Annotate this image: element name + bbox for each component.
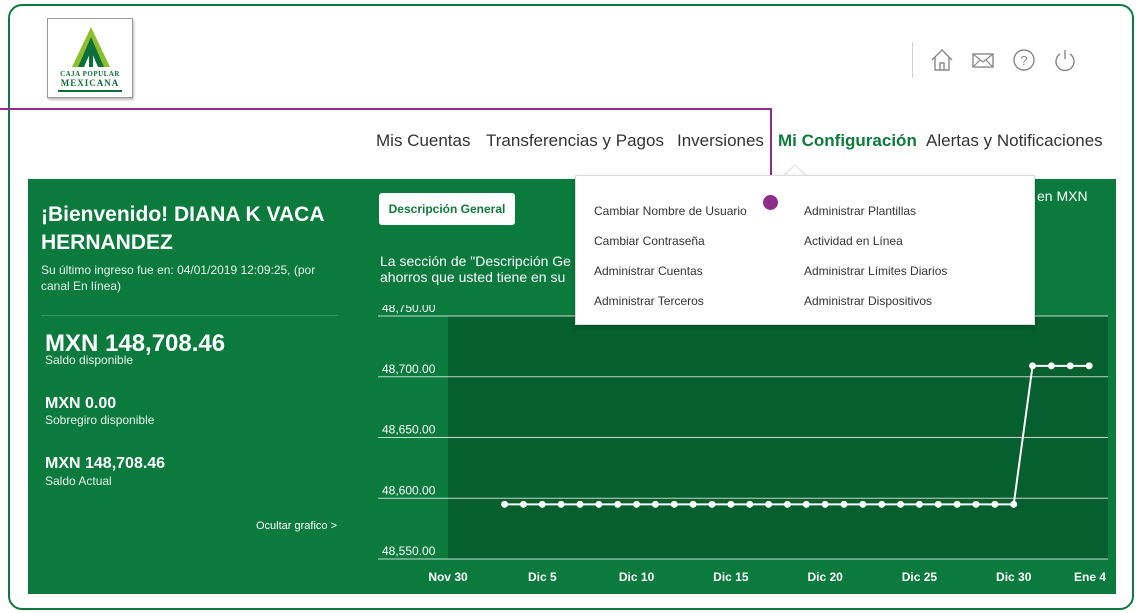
menu-item-administrar-limites-diarios[interactable]: Administrar Límites Diarios (804, 264, 947, 278)
tree-logo-icon (72, 27, 110, 67)
saldo-actual-value: MXN 148,708.46 (45, 455, 166, 472)
help-icon[interactable]: ? (1010, 46, 1038, 74)
divider (41, 315, 338, 316)
x-tick-label: Dic 30 (996, 570, 1032, 584)
welcome-heading: ¡Bienvenido! DIANA K VACA HERNANDEZ (41, 203, 324, 254)
x-tick-label: Ene 4 (1074, 570, 1106, 584)
data-point (953, 500, 961, 508)
currency-label: en MXN (1037, 188, 1088, 204)
nav-transferencias[interactable]: Transferencias y Pagos (486, 131, 664, 151)
x-tick-label: Nov 30 (428, 570, 468, 584)
x-tick-label: Dic 10 (619, 570, 655, 584)
logo-underline (58, 90, 122, 92)
data-point (878, 500, 886, 508)
sobregiro-value: MXN 0.00 (45, 395, 117, 412)
saldo-disponible-label: Saldo disponible (45, 353, 134, 367)
data-point (897, 500, 905, 508)
data-point (708, 500, 716, 508)
descripcion-general-button[interactable]: Descripción General (379, 193, 515, 225)
data-point (519, 500, 527, 508)
data-point (557, 500, 565, 508)
brand-logo[interactable]: CAJA POPULAR MEXICANA (47, 18, 133, 98)
menu-item-actividad-en-linea[interactable]: Actividad en Línea (804, 234, 903, 248)
menu-item-administrar-cuentas[interactable]: Administrar Cuentas (594, 264, 703, 278)
last-login-text: Su último ingreso fue en: 04/01/2019 12:… (41, 263, 316, 293)
y-tick-label: 48,750.00 (382, 305, 436, 315)
nav-alertas[interactable]: Alertas y Notificaciones (926, 131, 1103, 151)
data-point (595, 500, 603, 508)
sobregiro-label: Sobregiro disponible (45, 413, 155, 427)
data-point (1029, 362, 1037, 370)
nav-inversiones[interactable]: Inversiones (677, 131, 764, 151)
data-point (614, 500, 622, 508)
data-point (670, 500, 678, 508)
data-point (1010, 500, 1018, 508)
data-point (727, 500, 735, 508)
data-point (576, 500, 584, 508)
x-tick-label: Dic 5 (528, 570, 557, 584)
x-tick-label: Dic 25 (902, 570, 938, 584)
home-icon[interactable] (928, 46, 956, 74)
data-point (802, 500, 810, 508)
top-toolbar: ? (912, 42, 1075, 78)
data-point (991, 500, 999, 508)
data-point (972, 500, 980, 508)
data-point (765, 500, 773, 508)
config-dropdown-menu: Cambiar Nombre de Usuario Cambiar Contra… (575, 175, 1035, 325)
logo-line-2: MEXICANA (60, 78, 120, 88)
data-point (689, 500, 697, 508)
data-point (1085, 362, 1093, 370)
menu-item-administrar-terceros[interactable]: Administrar Terceros (594, 294, 704, 308)
nav-mi-configuracion[interactable]: Mi Configuración (778, 131, 917, 151)
balance-chart: 48,550.00 48,600.00 48,650.00 48,700.00 48,7… (378, 305, 1108, 584)
data-point (783, 500, 791, 508)
x-tick-label: Dic 15 (713, 570, 749, 584)
menu-item-cambiar-contrasena[interactable]: Cambiar Contraseña (594, 234, 705, 248)
data-point (538, 500, 546, 508)
x-tick-label: Dic 20 (807, 570, 843, 584)
y-tick-label: 48,650.00 (382, 423, 436, 437)
data-point (1066, 362, 1074, 370)
data-point (840, 500, 848, 508)
data-point (501, 500, 509, 508)
nav-mis-cuentas[interactable]: Mis Cuentas (376, 131, 470, 151)
data-point (859, 500, 867, 508)
data-point (915, 500, 923, 508)
data-point (821, 500, 829, 508)
power-icon[interactable] (1051, 46, 1079, 74)
data-point (651, 500, 659, 508)
data-point (633, 500, 641, 508)
data-point (1047, 362, 1055, 370)
logo-line-1: CAJA POPULAR (60, 70, 120, 78)
callout-marker (763, 195, 778, 210)
menu-item-administrar-dispositivos[interactable]: Administrar Dispositivos (804, 294, 932, 308)
data-point (934, 500, 942, 508)
data-point (746, 500, 754, 508)
menu-item-cambiar-nombre-usuario[interactable]: Cambiar Nombre de Usuario (594, 204, 747, 218)
y-tick-label: 48,700.00 (382, 362, 436, 376)
saldo-actual-label: Saldo Actual (45, 474, 112, 488)
y-tick-label: 48,550.00 (382, 544, 436, 558)
y-tick-label: 48,600.00 (382, 483, 436, 497)
hide-chart-link[interactable]: Ocultar grafico > (237, 520, 337, 532)
mail-icon[interactable] (969, 46, 997, 74)
svg-text:?: ? (1020, 53, 1027, 68)
callout-line-horizontal (0, 108, 772, 110)
menu-item-administrar-plantillas[interactable]: Administrar Plantillas (804, 204, 916, 218)
